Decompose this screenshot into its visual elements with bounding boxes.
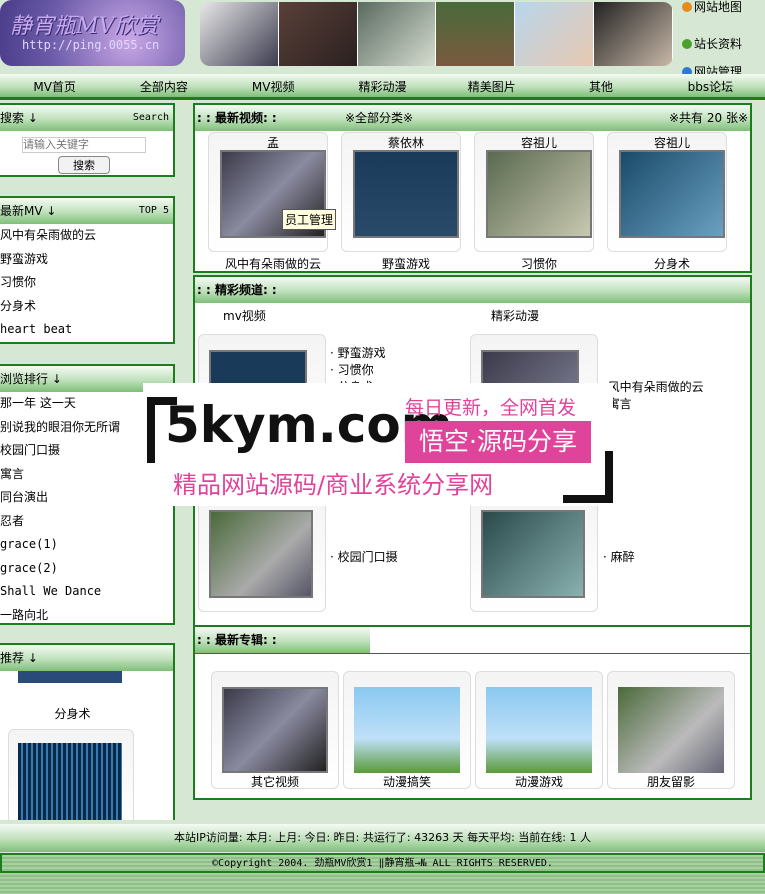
video-title[interactable]: 分身术: [606, 255, 738, 272]
album-title[interactable]: 朋友留影: [605, 773, 737, 790]
thumbnail[interactable]: [486, 687, 592, 773]
list-item[interactable]: 野蛮游戏: [0, 248, 173, 272]
latest-video-panel: : : 最新视频: : ※全部分类※ ※共有 20 张※ 孟 蔡依林 容祖儿 容…: [193, 103, 752, 273]
thumbnail[interactable]: [18, 671, 122, 683]
search-button[interactable]: 搜索: [58, 156, 110, 174]
list-item[interactable]: grace(2): [0, 557, 173, 581]
video-artist: 容祖儿: [520, 136, 557, 150]
header-banner: [200, 2, 673, 66]
main-nav: MV首页 全部内容 MV视频 精彩动漫 精美图片 其他 bbs论坛: [0, 74, 765, 100]
section-title: : : 最新视频: :: [197, 111, 277, 125]
list-item[interactable]: 忍者: [0, 510, 173, 534]
latest-mv-box: 最新MV ↓ TOP 5 风中有朵雨做的云 野蛮游戏 习惯你 分身术 heart …: [0, 196, 175, 344]
video-title[interactable]: 风中有朵雨做的云: [207, 255, 339, 272]
list-item[interactable]: 风中有朵雨做的云: [0, 224, 173, 248]
site-stats: 本站IP访问量: 本月: 上月: 今日: 昨日: 共运行了: 43263 天 每…: [0, 824, 765, 852]
recommend-caption[interactable]: 分身术: [0, 705, 145, 722]
list-item[interactable]: grace(1): [0, 533, 173, 557]
nav-other[interactable]: 其他: [546, 74, 655, 97]
video-count: ※共有 20 张※: [668, 111, 748, 125]
site-map-link[interactable]: 网站地图: [680, 0, 765, 27]
thumbnail[interactable]: [354, 687, 460, 773]
top5-label: TOP 5: [138, 205, 169, 216]
logo-title: 静宵瓶MV欣赏: [10, 14, 159, 39]
video-title[interactable]: 习惯你: [473, 255, 605, 272]
video-artist: 孟: [266, 136, 279, 150]
arrow-icon: [682, 2, 692, 12]
channel-mv-label[interactable]: mv视频: [223, 307, 266, 324]
tooltip: 员工管理: [282, 209, 337, 230]
channels-header: : : 精彩频道: :: [195, 277, 750, 303]
list-item[interactable]: Shall We Dance: [0, 580, 173, 604]
album-title[interactable]: 其它视频: [209, 773, 341, 790]
list-item[interactable]: 分身术: [0, 295, 173, 319]
channel-link[interactable]: · 野蛮游戏: [330, 345, 386, 362]
search-input[interactable]: [22, 137, 146, 153]
watermark-slogan: 每日更新，全网首发: [405, 397, 577, 419]
channel-link[interactable]: · 习惯你: [330, 362, 386, 379]
thumbnail[interactable]: [222, 687, 328, 773]
search-label: Search: [132, 112, 169, 123]
arrow-icon: [682, 39, 692, 49]
watermark-overlay: 5kym.com 每日更新，全网首发 悟空·源码分享 精品网站源码/商业系统分享…: [143, 383, 613, 506]
site-logo[interactable]: 静宵瓶MV欣赏 http://ping.0055.cn: [0, 0, 185, 66]
list-item[interactable]: heart beat: [0, 318, 173, 342]
watermark-sub: 精品网站源码/商业系统分享网: [173, 471, 494, 499]
copyright: ©Copyright 2004. 劲瓶MV欣赏1 ‖静宵瓶→№ ALL RIGH…: [0, 853, 765, 873]
albums-panel: : : 最新专辑: : 其它视频 动漫搞笑 动漫游戏 朋友留影: [193, 627, 752, 800]
video-artist: 容祖儿: [653, 136, 690, 150]
channel-link[interactable]: · 校园门口摄: [330, 548, 398, 565]
thumbnail[interactable]: [618, 687, 724, 773]
webmaster-link[interactable]: 站长资料: [680, 27, 765, 59]
nav-pictures[interactable]: 精美图片: [437, 74, 546, 97]
latest-mv-title: 最新MV ↓: [0, 204, 57, 218]
thumbnail[interactable]: [18, 743, 122, 820]
thumbnail[interactable]: [481, 510, 585, 598]
thumbnail[interactable]: [486, 150, 592, 238]
channel-anime-label[interactable]: 精彩动漫: [491, 307, 539, 324]
ranking-title: 浏览排行 ↓: [0, 372, 62, 386]
channel-link[interactable]: · 麻醉: [603, 548, 635, 565]
footer-stripes: [0, 873, 765, 894]
nav-all[interactable]: 全部内容: [109, 74, 218, 97]
list-item[interactable]: 一路向北: [0, 604, 173, 628]
channel-link[interactable]: · 风中有朵雨做的云: [600, 379, 704, 396]
section-title: : : 精彩频道: :: [197, 283, 277, 297]
all-categories-link[interactable]: ※全部分类※: [345, 105, 413, 131]
albums-header: : : 最新专辑: :: [195, 627, 370, 653]
nav-anime[interactable]: 精彩动漫: [328, 74, 437, 97]
album-title[interactable]: 动漫游戏: [473, 773, 605, 790]
watermark-tag: 悟空·源码分享: [405, 421, 591, 463]
recommend-box: 推荐 ↓ 分身术: [0, 643, 175, 820]
search-title: 搜索 ↓: [0, 111, 38, 125]
thumbnail[interactable]: [353, 150, 459, 238]
recommend-title: 推荐 ↓: [0, 651, 38, 665]
thumbnail[interactable]: [619, 150, 725, 238]
video-title[interactable]: 野蛮游戏: [340, 255, 472, 272]
video-artist: 蔡依林: [387, 136, 424, 150]
search-box: 搜索 ↓ Search 搜索: [0, 103, 175, 177]
logo-url: http://ping.0055.cn: [22, 38, 160, 52]
list-item[interactable]: 习惯你: [0, 271, 173, 295]
nav-mv[interactable]: MV视频: [219, 74, 328, 97]
latest-video-header: : : 最新视频: : ※全部分类※ ※共有 20 张※: [195, 105, 750, 131]
channel-link[interactable]: · 寓言: [600, 396, 704, 413]
nav-home[interactable]: MV首页: [0, 74, 109, 97]
section-title: : : 最新专辑: :: [197, 633, 277, 647]
nav-bbs[interactable]: bbs论坛: [656, 74, 765, 97]
album-title[interactable]: 动漫搞笑: [341, 773, 473, 790]
thumbnail[interactable]: [209, 510, 313, 598]
